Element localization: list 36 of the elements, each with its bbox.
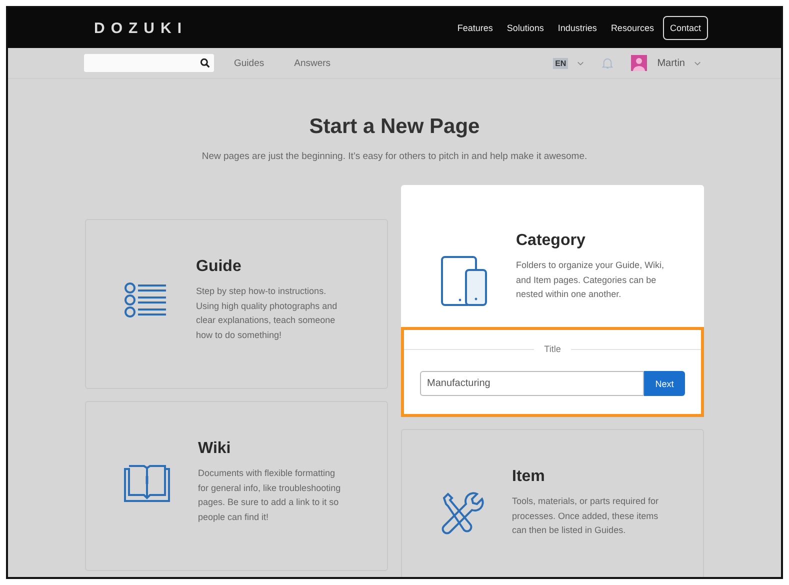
devices-icon xyxy=(440,256,488,306)
card[interactable]: Wiki Documents with flexible formatting for general info, like troubleshooting pages. Be sure to add a link to it so people can find it! xyxy=(85,401,388,571)
caret-icon[interactable] xyxy=(577,60,584,66)
card[interactable]: Item Tools, materials, or parts required for processes. Once added, these items can then be listed in Guides. xyxy=(401,429,704,577)
card-title: Category xyxy=(516,232,586,250)
book-icon xyxy=(124,464,170,502)
nav-link[interactable]: Answers xyxy=(294,58,331,68)
field-label: Title xyxy=(544,344,561,354)
search-icon[interactable] xyxy=(200,58,210,68)
card[interactable]: Guide Step by step how-to instructions. Using high quality photographs and clear explanations, teach someone how to do something! xyxy=(85,219,388,389)
nav-link[interactable]: Industries xyxy=(552,18,602,38)
page-subtitle: New pages are just the beginning. It’s easy for others to pitch in and help make it awesome. xyxy=(202,151,588,162)
search-field[interactable] xyxy=(84,54,214,72)
card-description: Tools, materials, or parts required for processes. Once added, these items can then be listed in Guides. xyxy=(512,495,660,537)
next-button[interactable]: Next xyxy=(644,371,685,396)
user-name[interactable]: Martin xyxy=(657,58,685,68)
selected-card[interactable]: Category Folders to organize your Guide, Wiki, and Item pages. Categories can be nested within one another. Title Manufacturing Next xyxy=(401,185,704,417)
list-icon xyxy=(124,282,168,318)
card-title: Wiki xyxy=(198,440,232,458)
bell-icon[interactable] xyxy=(602,56,614,70)
card-title: Guide xyxy=(196,258,242,276)
language-badge[interactable]: EN xyxy=(553,58,568,68)
card-description: Step by step how-to instructions. Using high quality photographs and clear explanations, teach someone how to do something! xyxy=(196,285,338,342)
nav-link[interactable]: Features xyxy=(452,18,498,38)
card-title: Item xyxy=(512,468,546,486)
card-description: Folders to organize your Guide, Wiki, and Item pages. Categories can be nested within one another. xyxy=(516,259,666,301)
page-title: Start a New Page xyxy=(309,115,480,139)
logo[interactable]: DOZUKI xyxy=(94,20,188,36)
card-description: Documents with flexible formatting for general info, like troubleshooting pages. Be sure to add a link to it so people can find it! xyxy=(198,467,342,524)
title-input[interactable]: Manufacturing xyxy=(420,371,644,396)
caret-icon[interactable] xyxy=(694,60,701,66)
tools-icon xyxy=(440,492,484,536)
nav-link[interactable]: Guides xyxy=(234,58,264,68)
nav-link[interactable]: Solutions xyxy=(502,18,549,38)
nav-link[interactable]: Resources xyxy=(606,18,659,38)
avatar[interactable] xyxy=(631,55,648,71)
